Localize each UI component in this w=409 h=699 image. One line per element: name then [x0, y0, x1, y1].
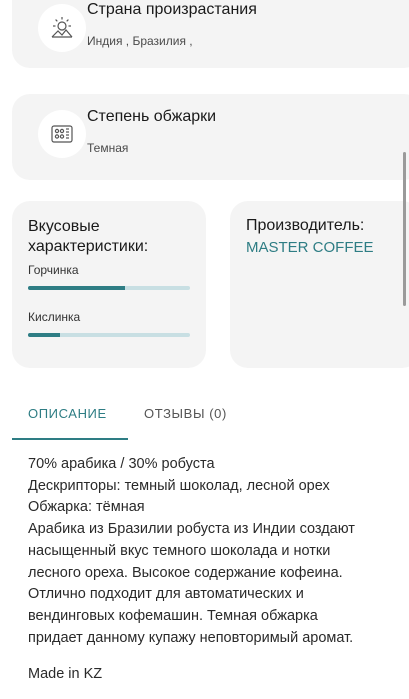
description-line: 70% арабика / 30% робуста	[28, 456, 215, 472]
description-line: лесного ореха. Высокое содержание кофеин…	[28, 564, 343, 581]
bitterness-bar	[28, 286, 190, 290]
description-line: Дескрипторы: темный шоколад, лесной орех	[28, 477, 330, 494]
description-line: придает данному купажу неповторимый аром…	[28, 629, 354, 646]
bitterness-bar-fill	[28, 286, 126, 290]
manufacturer-card: Производитель: MASTER COFFEE	[230, 201, 409, 368]
sun-mountain-icon	[38, 4, 86, 52]
roast-card: Степень обжарки Темная	[12, 94, 409, 180]
acidity-bar-fill	[28, 333, 61, 337]
acidity-bar	[28, 333, 190, 337]
manufacturer-link[interactable]: MASTER COFFEE	[246, 239, 374, 256]
origin-title: Страна произрастания	[87, 1, 257, 18]
tab-description[interactable]: ОПИСАНИЕ	[28, 406, 107, 421]
acidity-label: Кислинка	[28, 310, 81, 324]
product-tabs: ОПИСАНИЕ ОТЗЫВЫ (0)	[12, 400, 409, 440]
bitterness-label: Горчинка	[28, 263, 79, 277]
description-line: насыщенный вкус темного шоколада и нотки	[28, 542, 331, 559]
manufacturer-title: Производитель:	[246, 217, 365, 234]
scrollbar[interactable]	[403, 152, 406, 306]
product-description: 70% арабика / 30% робуста Дескрипторы: т…	[28, 454, 403, 649]
roast-value: Темная	[87, 141, 129, 155]
made-in-label: Made in KZ	[28, 666, 103, 682]
taste-card: Вкусовые характеристики: Горчинка Кислин…	[12, 201, 206, 368]
taste-title: Вкусовые характеристики:	[28, 218, 149, 255]
roaster-icon	[38, 110, 86, 158]
roast-title: Степень обжарки	[87, 108, 217, 125]
origin-card: Страна произрастания Индия , Бразилия ,	[12, 0, 409, 68]
origin-value: Индия , Бразилия ,	[87, 34, 193, 48]
description-line: Обжарка: тёмная	[28, 499, 145, 516]
active-tab-indicator	[12, 438, 128, 440]
description-line: Арабика из Бразилии робуста из Индии соз…	[28, 521, 355, 538]
description-line: вендинговых кофемашин. Темная обжарка	[28, 607, 318, 624]
tab-reviews[interactable]: ОТЗЫВЫ (0)	[144, 406, 227, 421]
description-line: Отлично подходит для автоматических и	[28, 586, 304, 603]
